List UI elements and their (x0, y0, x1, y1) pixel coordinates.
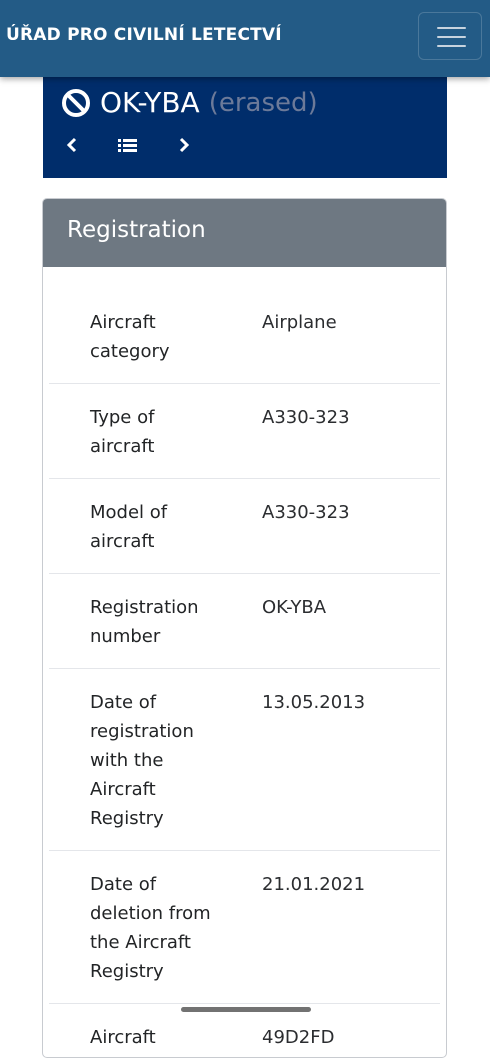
detail-label: Date of deletion from the Aircraft Regis… (90, 874, 211, 982)
hamburger-menu-icon-bar (437, 45, 466, 47)
detail-label: Type of aircraft (90, 407, 155, 457)
chevron-left-icon[interactable] (65, 136, 79, 158)
detail-row: Type of aircraft A330-323 (49, 384, 440, 479)
list-icon[interactable] (117, 136, 139, 158)
detail-label: Date of registration with the Aircraft R… (90, 692, 194, 829)
brand-title[interactable]: ÚŘAD PRO CIVILNÍ LETECTVÍ (6, 25, 282, 45)
detail-value: 21.01.2021 (262, 874, 366, 895)
top-navbar: ÚŘAD PRO CIVILNÍ LETECTVÍ (0, 0, 490, 77)
detail-value: Airplane (262, 312, 337, 333)
detail-row: Model of aircraft A330-323 (49, 479, 440, 574)
registration-details: Aircraft category Airplane Type of aircr… (43, 267, 446, 1057)
home-indicator[interactable] (181, 1007, 311, 1012)
aircraft-header: OK-YBA (erased) (43, 77, 447, 178)
detail-value: A330-323 (262, 502, 350, 523)
detail-row: Registration number OK-YBA (49, 574, 440, 669)
aircraft-title: OK-YBA (erased) (61, 86, 318, 119)
prohibited-icon (62, 88, 90, 117)
detail-label: Aircraft category (90, 312, 170, 362)
detail-label: Registration number (90, 597, 199, 647)
detail-label: Aircraft (transponder) (90, 1027, 214, 1057)
registration-mark: OK-YBA (100, 86, 200, 119)
chevron-right-icon[interactable] (177, 136, 191, 158)
detail-row: Date of registration with the Aircraft R… (49, 669, 440, 851)
detail-label: Model of aircraft (90, 502, 168, 552)
detail-value: 49D2FD (262, 1027, 335, 1048)
detail-value: OK-YBA (262, 597, 327, 618)
record-navigation (65, 135, 191, 159)
card-title: Registration (43, 199, 446, 267)
hamburger-menu-button[interactable] (418, 12, 482, 60)
detail-row: Date of deletion from the Aircraft Regis… (49, 851, 440, 1004)
hamburger-menu-icon (437, 27, 466, 29)
detail-row: Aircraft category Airplane (49, 289, 440, 384)
detail-value: A330-323 (262, 407, 350, 428)
erased-status: (erased) (208, 87, 318, 118)
hamburger-menu-icon-bar (437, 36, 466, 38)
registration-card: Registration Aircraft category Airplane … (42, 198, 447, 1058)
detail-value: 13.05.2013 (262, 692, 366, 713)
detail-row: Aircraft (transponder) 49D2FD (49, 1004, 440, 1057)
